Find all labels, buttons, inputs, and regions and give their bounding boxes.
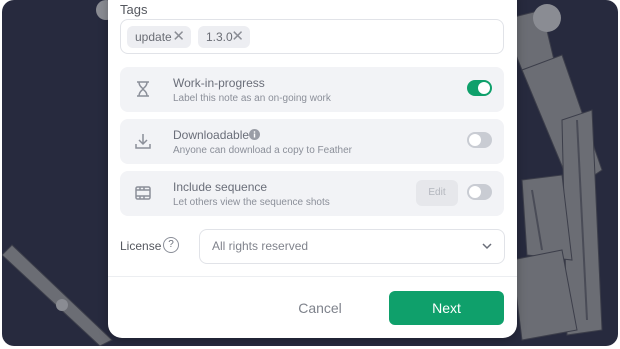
film-icon	[135, 186, 151, 200]
option-title: Work-in-progress	[173, 76, 265, 90]
tag-chip: 1.3.0 ✕	[198, 26, 250, 48]
option-downloadable: Downloadable Anyone can download a copy …	[120, 119, 504, 164]
option-work-in-progress: Work-in-progress Label this note as an o…	[120, 67, 504, 112]
option-subtitle: Label this note as an on-going work	[173, 93, 331, 104]
option-title: Downloadable	[173, 128, 250, 142]
toggle-knob	[469, 134, 481, 146]
toggle-knob	[478, 82, 490, 94]
downloadable-toggle[interactable]	[467, 132, 492, 148]
remove-tag-icon[interactable]: ✕	[172, 26, 185, 48]
next-button[interactable]: Next	[389, 291, 504, 325]
tags-label: Tags	[120, 2, 148, 17]
option-subtitle: Anyone can download a copy to Feather	[173, 145, 353, 156]
backdrop: Tags update ✕ 1.3.0 ✕ Work-in-progress L…	[2, 0, 618, 346]
license-select-value: All rights reserved	[212, 239, 309, 253]
info-icon[interactable]	[249, 129, 260, 140]
download-icon	[135, 134, 151, 149]
tags-input[interactable]: update ✕ 1.3.0 ✕	[120, 19, 504, 54]
help-icon[interactable]: ?	[163, 237, 179, 253]
license-label: License	[120, 239, 162, 253]
tag-chip-label: update	[135, 30, 172, 44]
hourglass-icon	[137, 81, 149, 97]
option-include-sequence: Include sequence Let others view the seq…	[120, 171, 504, 216]
edit-sequence-button[interactable]: Edit	[416, 180, 458, 206]
cancel-button[interactable]: Cancel	[270, 291, 370, 325]
option-subtitle: Let others view the sequence shots	[173, 197, 330, 208]
license-select[interactable]: All rights reserved	[199, 229, 505, 264]
tag-chip: update ✕	[127, 26, 191, 48]
footer-divider	[108, 276, 517, 277]
remove-tag-icon[interactable]: ✕	[231, 26, 244, 48]
include-sequence-toggle[interactable]	[467, 184, 492, 200]
chevron-down-icon	[482, 243, 492, 250]
toggle-knob	[469, 186, 481, 198]
work-in-progress-toggle[interactable]	[467, 80, 492, 96]
option-title: Include sequence	[173, 180, 268, 194]
publish-dialog: Tags update ✕ 1.3.0 ✕ Work-in-progress L…	[108, 0, 517, 338]
tag-chip-label: 1.3.0	[206, 30, 233, 44]
